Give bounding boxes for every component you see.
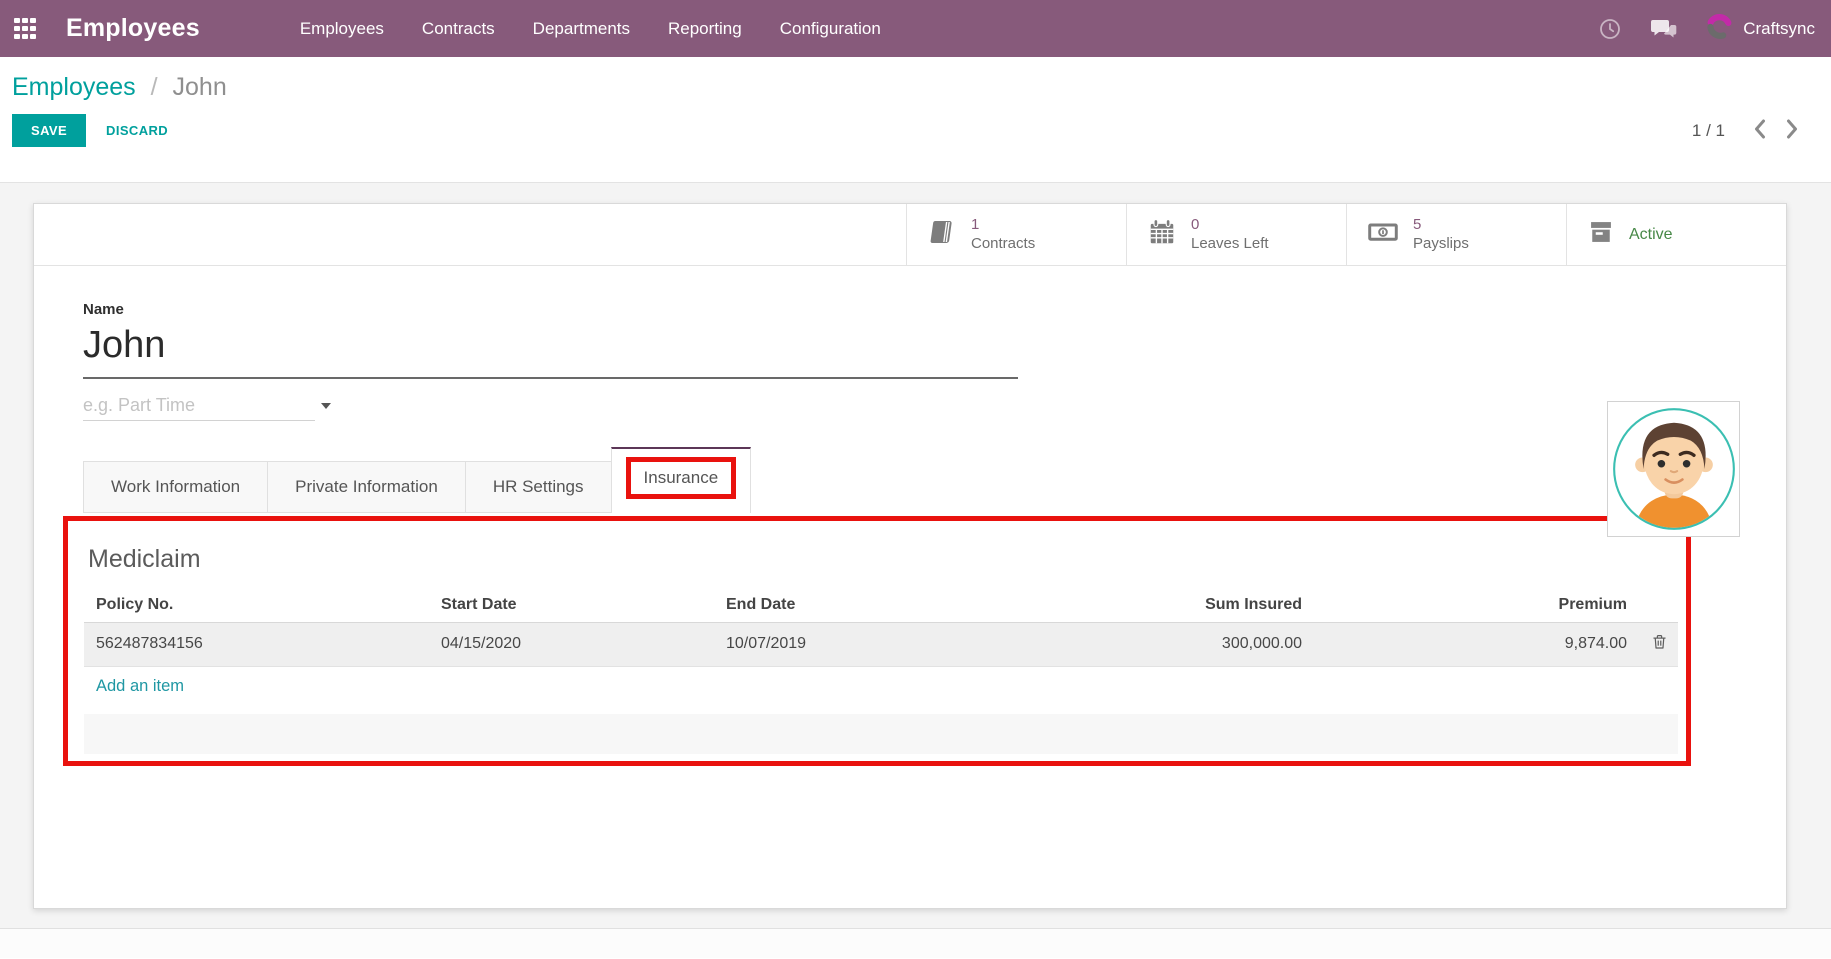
breadcrumb: Employees / John <box>12 73 1805 102</box>
add-item-row: Add an item <box>84 666 1678 706</box>
trash-icon[interactable] <box>1651 633 1668 651</box>
tab-work-information[interactable]: Work Information <box>83 461 268 513</box>
form-view: 1 Contracts <box>0 183 1831 928</box>
top-navbar: Employees Employees Contracts Department… <box>0 0 1831 57</box>
breadcrumb-current: John <box>173 73 227 101</box>
discard-button[interactable]: DISCARD <box>106 123 168 138</box>
breadcrumb-employees[interactable]: Employees <box>12 73 136 101</box>
dropdown-caret-icon[interactable] <box>321 403 331 409</box>
user-menu[interactable]: Craftsync <box>1706 13 1815 45</box>
tab-private-information[interactable]: Private Information <box>267 461 466 513</box>
menu-reporting[interactable]: Reporting <box>668 19 742 39</box>
table-footer-bar <box>84 714 1678 754</box>
menu-contracts[interactable]: Contracts <box>422 19 495 39</box>
stat-button-strip: 1 Contracts <box>34 204 1786 266</box>
menu-configuration[interactable]: Configuration <box>780 19 881 39</box>
app-title: Employees <box>66 14 200 43</box>
table-row[interactable]: 562487834156 04/15/2020 10/07/2019 300,0… <box>84 622 1678 666</box>
mediclaim-section-title: Mediclaim <box>88 545 1672 574</box>
table-header-row: Policy No. Start Date End Date Sum Insur… <box>84 588 1678 622</box>
stat-button-payslips[interactable]: 5 Payslips <box>1346 204 1566 265</box>
menu-employees[interactable]: Employees <box>300 19 384 39</box>
active-label: Active <box>1629 226 1673 244</box>
tags-input[interactable] <box>83 395 315 416</box>
col-policy-no[interactable]: Policy No. <box>84 588 429 622</box>
cell-end-date[interactable]: 10/07/2019 <box>714 622 1004 666</box>
employee-form-sheet: 1 Contracts <box>33 203 1787 909</box>
chat-icon[interactable] <box>1650 17 1678 41</box>
insurance-tab-annotation: Insurance <box>626 457 737 499</box>
payslips-label: Payslips <box>1413 235 1469 254</box>
name-field-label: Name <box>83 301 1786 318</box>
col-end-date[interactable]: End Date <box>714 588 1004 622</box>
save-button[interactable]: SAVE <box>12 114 86 147</box>
name-input[interactable] <box>83 320 1018 379</box>
pager: 1 / 1 <box>1692 117 1805 144</box>
stat-button-contracts[interactable]: 1 Contracts <box>906 204 1126 265</box>
contracts-count: 1 <box>971 216 1035 235</box>
cell-start-date[interactable]: 04/15/2020 <box>429 622 714 666</box>
leaves-label: Leaves Left <box>1191 235 1269 254</box>
cell-sum-insured[interactable]: 300,000.00 <box>1004 622 1314 666</box>
mediclaim-annotation-box: Mediclaim Policy No. Start Date End Date… <box>63 516 1691 766</box>
archive-box-icon <box>1587 218 1615 251</box>
stat-button-active[interactable]: Active <box>1566 204 1786 265</box>
cell-policy-no[interactable]: 562487834156 <box>84 622 429 666</box>
calendar-icon <box>1147 217 1177 252</box>
contracts-label: Contracts <box>971 235 1035 254</box>
pager-counter: 1 / 1 <box>1692 121 1725 141</box>
control-panel: Employees / John SAVE DISCARD 1 / 1 <box>0 57 1831 183</box>
employee-avatar[interactable] <box>1607 401 1740 537</box>
apps-grid-icon[interactable] <box>14 18 36 40</box>
chevron-left-icon[interactable] <box>1747 117 1772 144</box>
col-start-date[interactable]: Start Date <box>429 588 714 622</box>
menu-departments[interactable]: Departments <box>533 19 630 39</box>
tags-field <box>83 395 315 421</box>
money-icon <box>1367 217 1399 252</box>
stat-button-leaves[interactable]: 0 Leaves Left <box>1126 204 1346 265</box>
notebook-tabs: Work Information Private Information HR … <box>83 447 1786 513</box>
chevron-right-icon[interactable] <box>1780 117 1805 144</box>
leaves-count: 0 <box>1191 216 1269 235</box>
craftsync-logo-icon <box>1706 13 1733 45</box>
cell-premium[interactable]: 9,874.00 <box>1314 622 1639 666</box>
breadcrumb-separator: / <box>151 73 158 101</box>
tab-insurance[interactable]: Insurance <box>611 447 752 513</box>
tab-hr-settings[interactable]: HR Settings <box>465 461 612 513</box>
clock-icon[interactable] <box>1598 17 1622 41</box>
col-premium[interactable]: Premium <box>1314 588 1639 622</box>
page-bottom-divider <box>0 928 1831 958</box>
user-name: Craftsync <box>1743 19 1815 39</box>
add-an-item-link[interactable]: Add an item <box>96 677 184 695</box>
col-sum-insured[interactable]: Sum Insured <box>1004 588 1314 622</box>
col-actions <box>1639 588 1678 622</box>
mediclaim-table: Policy No. Start Date End Date Sum Insur… <box>84 588 1678 706</box>
payslips-count: 5 <box>1413 216 1469 235</box>
main-menu: Employees Contracts Departments Reportin… <box>300 19 881 39</box>
book-icon <box>927 217 957 252</box>
